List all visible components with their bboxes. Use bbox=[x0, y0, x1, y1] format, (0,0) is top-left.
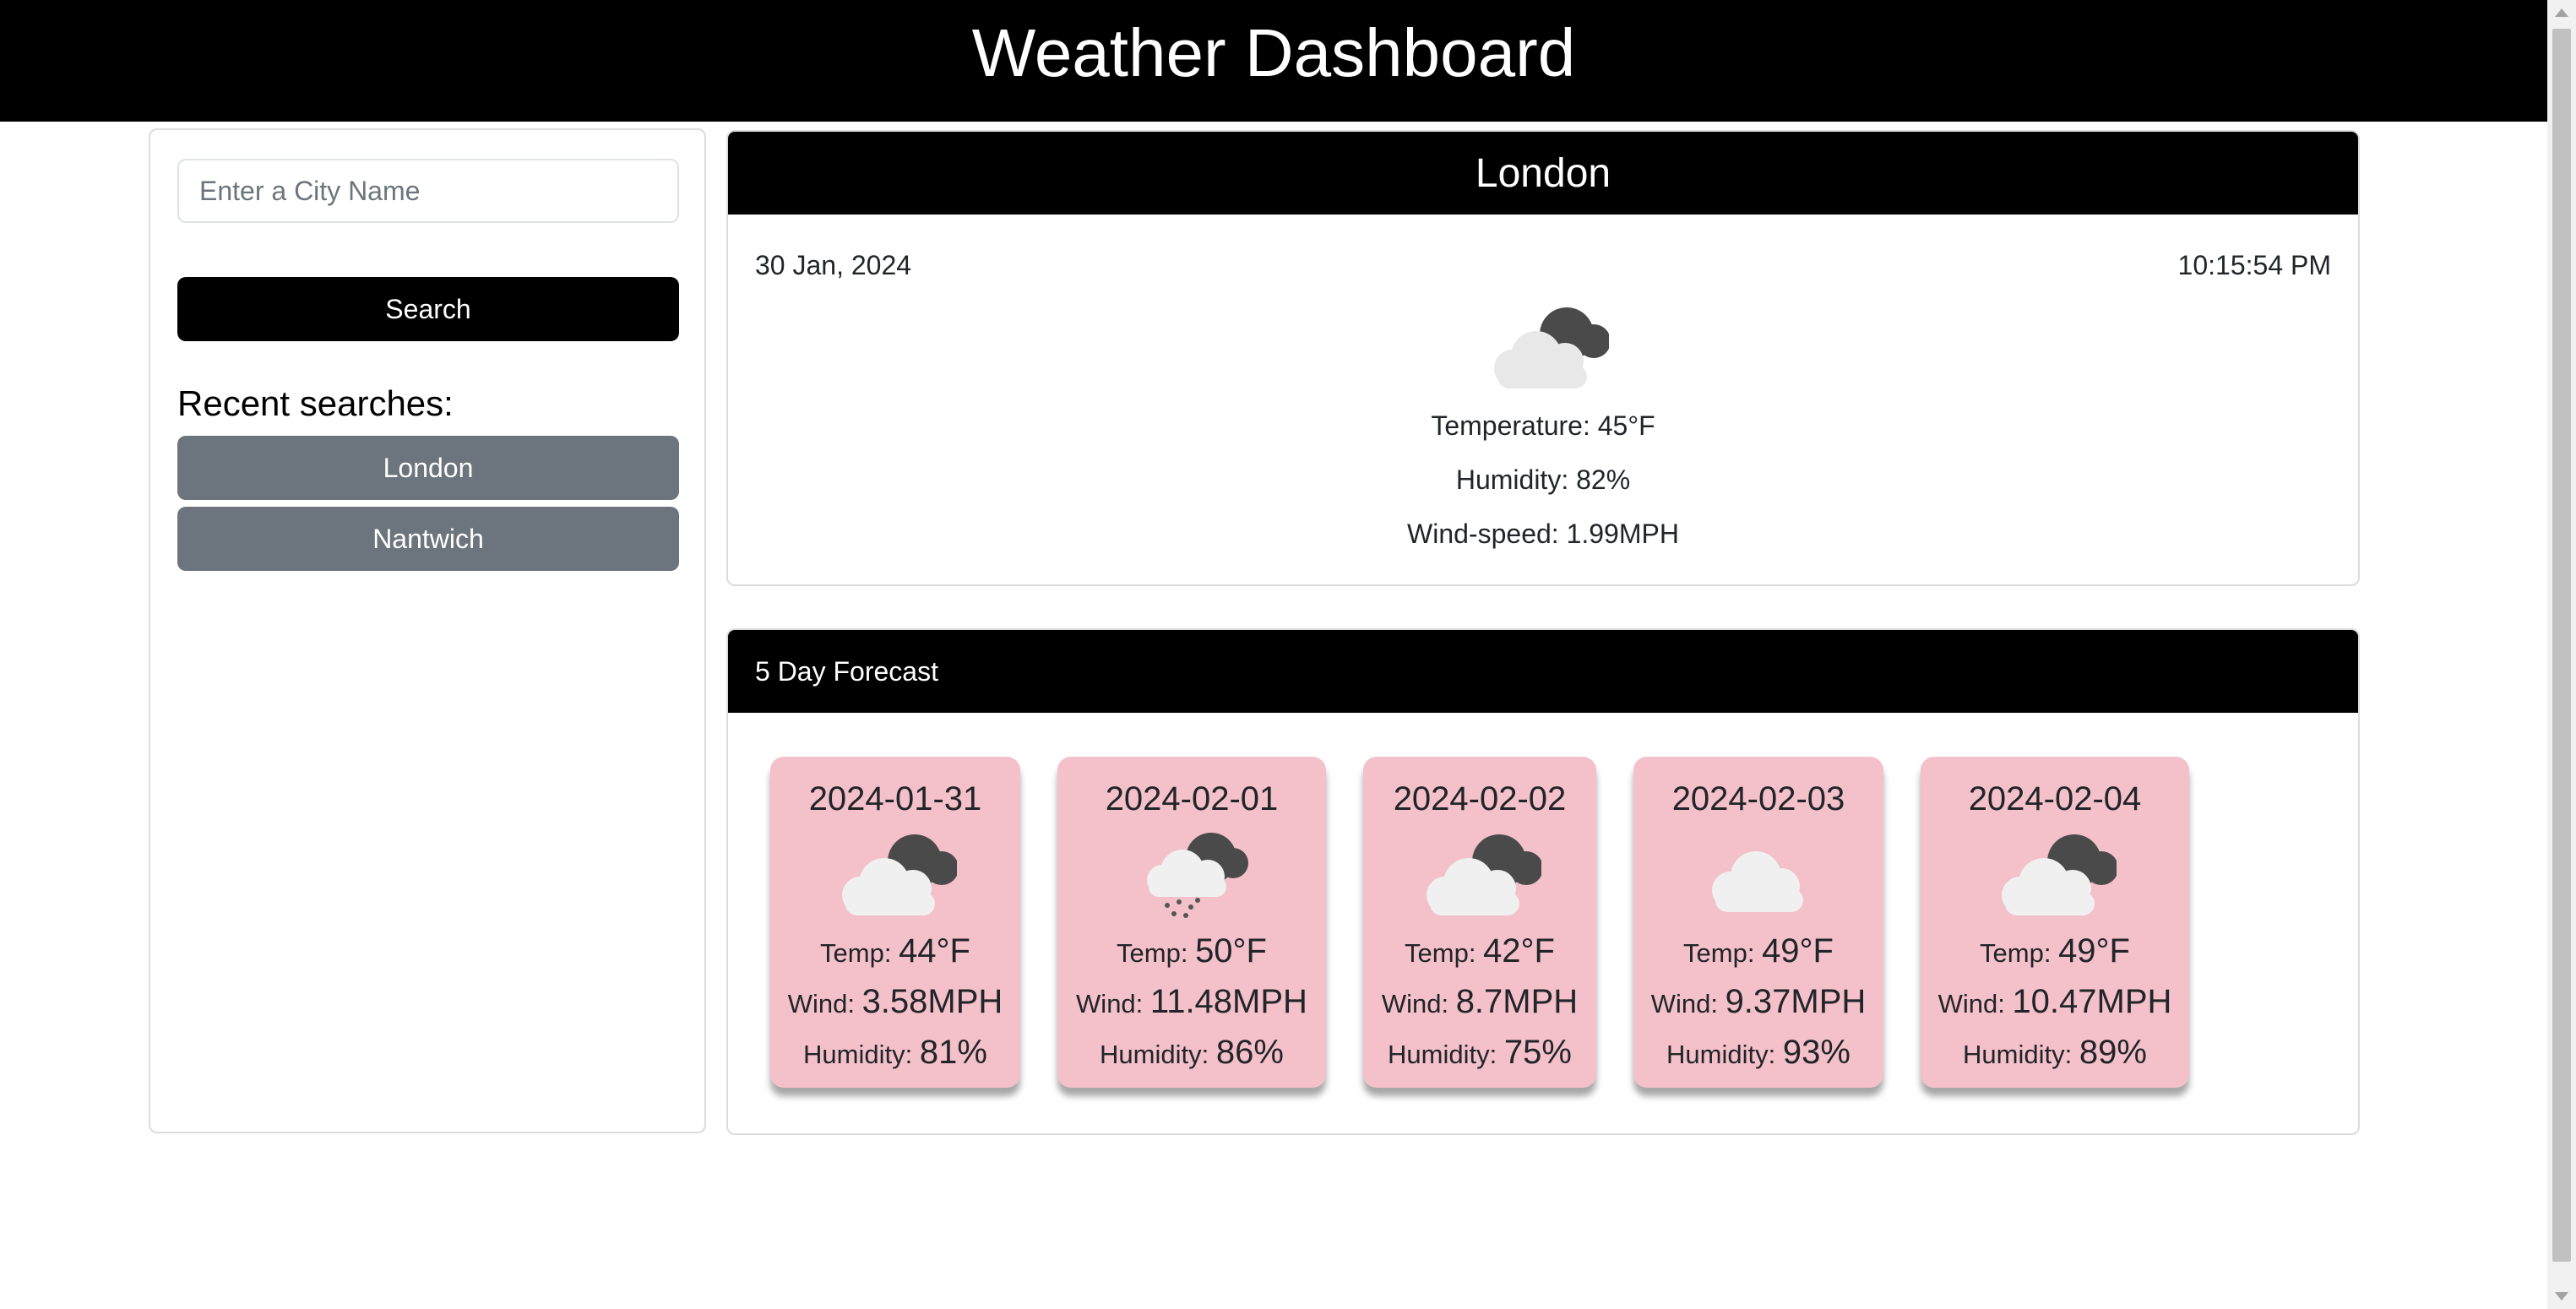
current-wind-speed: Wind-speed: 1.99MPH bbox=[1407, 519, 1679, 549]
snow-cloud-moon-icon bbox=[1147, 833, 1248, 918]
scroll-up-arrow-icon[interactable] bbox=[2555, 8, 2568, 17]
forecast-humidity: Humidity: 75% bbox=[1388, 1034, 1572, 1071]
forecast-wind: Wind: 9.37MPH bbox=[1650, 983, 1867, 1020]
city-search-input[interactable] bbox=[177, 159, 679, 223]
recent-searches-heading: Recent searches: bbox=[177, 383, 454, 423]
vertical-scrollbar[interactable] bbox=[2547, 0, 2576, 1309]
forecast-date: 2024-01-31 bbox=[808, 780, 982, 817]
forecast-day-card: 2024-02-04 Temp: 49°F Wind: 10.47MPH Hum… bbox=[1921, 757, 2189, 1088]
forecast-humidity: Humidity: 93% bbox=[1666, 1034, 1850, 1071]
forecast-date: 2024-02-02 bbox=[1393, 780, 1567, 817]
recent-search-nantwich-button[interactable]: Nantwich bbox=[177, 507, 679, 571]
search-sidebar: Search Recent searches: London Nantwich bbox=[149, 128, 706, 1133]
scroll-down-arrow-icon[interactable] bbox=[2555, 1292, 2568, 1301]
forecast-date: 2024-02-04 bbox=[1968, 780, 2142, 817]
current-date: 30 Jan, 2024 bbox=[755, 250, 912, 280]
current-weather-card: London 30 Jan, 2024 10:15:54 PM Temperat… bbox=[726, 130, 2360, 586]
forecast-day-card: 2024-02-03 Temp: 49°F Wind: 9.37MPH Humi… bbox=[1633, 757, 1883, 1088]
forecast-temp: Temp: 44°F bbox=[820, 932, 970, 970]
forecast-day-card: 2024-01-31 Temp: 44°F Wind: 3.58MPH Humi… bbox=[770, 757, 1020, 1088]
recent-search-london-button[interactable]: London bbox=[177, 436, 679, 500]
search-button[interactable]: Search bbox=[177, 277, 679, 341]
cloud-moon-icon bbox=[842, 834, 957, 915]
current-humidity: Humidity: 82% bbox=[1455, 464, 1631, 495]
forecast-date: 2024-02-01 bbox=[1105, 780, 1279, 817]
forecast-day-card: 2024-02-02 Temp: 42°F Wind: 8.7MPH Humid… bbox=[1363, 757, 1596, 1088]
forecast-humidity: Humidity: 89% bbox=[1963, 1034, 2147, 1071]
forecast-wind: Wind: 8.7MPH bbox=[1381, 983, 1579, 1020]
page-title: Weather Dashboard bbox=[971, 15, 1576, 90]
forecast-date: 2024-02-03 bbox=[1671, 780, 1845, 817]
cloud-moon-icon bbox=[1427, 834, 1541, 915]
forecast-temp: Temp: 49°F bbox=[1683, 932, 1834, 970]
forecast-humidity: Humidity: 81% bbox=[803, 1034, 987, 1071]
forecast-wind: Wind: 3.58MPH bbox=[787, 983, 1003, 1020]
forecast-day-card: 2024-02-01 Temp: 50°F Wind: 11.48MPH Hum… bbox=[1057, 757, 1326, 1088]
cloud-moon-icon bbox=[2002, 834, 2117, 915]
current-temperature: Temperature: 45°F bbox=[1431, 410, 1655, 441]
forecast-wind: Wind: 10.47MPH bbox=[1937, 983, 2172, 1020]
forecast-temp: Temp: 42°F bbox=[1405, 932, 1555, 970]
scrollbar-thumb[interactable] bbox=[2552, 29, 2571, 1262]
forecast-humidity: Humidity: 86% bbox=[1100, 1034, 1284, 1071]
cloud-moon-icon bbox=[1494, 307, 1609, 388]
cloud-icon bbox=[1712, 851, 1803, 912]
forecast-temp: Temp: 49°F bbox=[1980, 932, 2130, 970]
current-time: 10:15:54 PM bbox=[2177, 250, 2331, 280]
forecast-wind: Wind: 11.48MPH bbox=[1076, 983, 1307, 1020]
forecast-temp: Temp: 50°F bbox=[1117, 932, 1267, 970]
current-city-name: London bbox=[728, 132, 2358, 215]
forecast-card: 5 Day Forecast 2024-01-31 Temp: 44°F Win… bbox=[726, 628, 2360, 1135]
app-header: Weather Dashboard bbox=[0, 0, 2547, 122]
forecast-title: 5 Day Forecast bbox=[728, 630, 2358, 713]
